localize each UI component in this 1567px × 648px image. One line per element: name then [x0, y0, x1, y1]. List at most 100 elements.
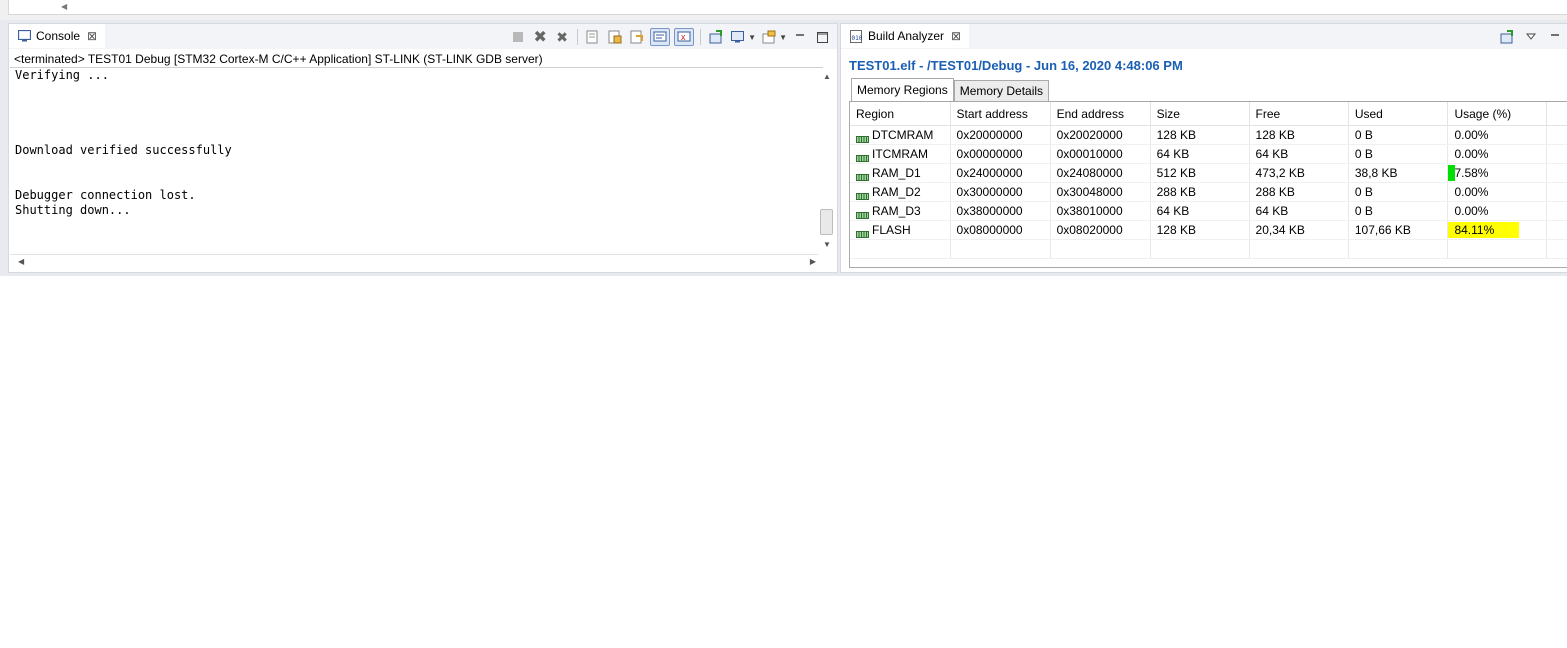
column-header-used[interactable]: Used [1348, 102, 1449, 126]
show-on-stdout-icon[interactable] [650, 28, 671, 46]
minimize-icon[interactable] [1546, 28, 1564, 46]
open-console-icon[interactable] [760, 28, 778, 46]
scroll-right-arrow-icon[interactable]: ▶ [810, 257, 816, 266]
scroll-up-arrow-icon[interactable]: ▲ [823, 72, 831, 81]
region-name: RAM_D1 [872, 166, 921, 180]
tab-memory-details[interactable]: Memory Details [953, 80, 1050, 101]
remove-launch-icon[interactable]: ✖ [531, 28, 549, 46]
table-row-empty [850, 239, 1567, 259]
build-analyzer-tabbar: 010 Build Analyzer ⊠ [841, 24, 1567, 49]
region-name: RAM_D2 [872, 185, 921, 199]
free-cell: 128 KB [1249, 125, 1349, 145]
pin-view-icon[interactable] [1498, 28, 1516, 46]
table-row[interactable]: RAM_D2 0x30000000 0x30048000 288 KB 288 … [850, 182, 1567, 202]
usage-value: 0.00% [1454, 185, 1489, 199]
remove-all-terminated-icon[interactable]: ✖ [553, 28, 571, 46]
scroll-thumb[interactable] [820, 209, 833, 235]
view-menu-icon[interactable] [1522, 28, 1540, 46]
end-address-cell: 0x38010000 [1050, 201, 1151, 221]
usage-cell: 0.00% [1447, 201, 1548, 221]
build-analyzer-toolbar [1498, 27, 1564, 47]
console-vertical-scrollbar[interactable]: ▲ ▼ [819, 68, 835, 254]
start-address-cell: 0x38000000 [950, 201, 1051, 221]
tab-memory-regions[interactable]: Memory Regions [851, 78, 954, 101]
pin-console-icon[interactable] [707, 28, 725, 46]
free-cell: 64 KB [1249, 201, 1349, 221]
usage-cell: 84.11% [1447, 220, 1548, 240]
table-row[interactable]: ITCMRAM 0x00000000 0x00010000 64 KB 64 K… [850, 144, 1567, 164]
used-cell: 0 B [1348, 201, 1449, 221]
word-wrap-icon[interactable] [628, 28, 646, 46]
memory-chip-icon [856, 189, 869, 201]
chevron-down-icon[interactable]: ▼ [748, 33, 756, 42]
column-header-usage[interactable]: Usage (%) [1447, 102, 1548, 126]
show-on-stderr-icon[interactable]: x [674, 28, 695, 46]
close-icon[interactable]: ⊠ [87, 29, 97, 43]
table-row[interactable]: DTCMRAM 0x20000000 0x20020000 128 KB 128… [850, 125, 1567, 145]
memory-chip-icon [856, 170, 869, 182]
usage-cell: 0.00% [1447, 144, 1548, 164]
scroll-left-arrow-icon[interactable]: ◀ [18, 257, 24, 266]
console-line: Verifying ... [15, 68, 109, 82]
console-horizontal-scrollbar[interactable]: ◀ ▶ [10, 254, 818, 270]
minimize-icon[interactable] [791, 28, 809, 46]
free-cell: 20,34 KB [1249, 220, 1349, 240]
size-cell: 128 KB [1150, 125, 1250, 145]
memory-regions-table: Region Start address End address Size Fr… [849, 101, 1567, 268]
scroll-left-arrow-icon[interactable]: ◀ [61, 2, 67, 11]
usage-value: 0.00% [1454, 204, 1489, 218]
console-output[interactable]: Verifying ... Download verified successf… [10, 67, 823, 256]
start-address-cell: 0x08000000 [950, 220, 1051, 240]
scroll-down-arrow-icon[interactable]: ▼ [823, 240, 831, 249]
column-header-region[interactable]: Region [850, 102, 951, 126]
memory-chip-icon [856, 227, 869, 239]
end-address-cell: 0x30048000 [1050, 182, 1151, 202]
start-address-cell: 0x20000000 [950, 125, 1051, 145]
usage-cell: 7.58% [1447, 163, 1548, 183]
column-header-size[interactable]: Size [1150, 102, 1250, 126]
display-selected-console-icon[interactable] [729, 28, 747, 46]
region-cell: ITCMRAM [850, 144, 951, 164]
tab-console[interactable]: Console ⊠ [9, 24, 106, 48]
free-cell: 64 KB [1249, 144, 1349, 164]
console-line: Debugger connection lost. [15, 188, 196, 202]
close-icon[interactable]: ⊠ [951, 29, 961, 43]
tab-build-analyzer[interactable]: 010 Build Analyzer ⊠ [841, 24, 970, 48]
column-header-end-address[interactable]: End address [1050, 102, 1151, 126]
editor-horizontal-scrollbar[interactable]: ◀ [8, 0, 1567, 15]
start-address-cell: 0x24000000 [950, 163, 1051, 183]
start-address-cell: 0x00000000 [950, 144, 1051, 164]
region-cell: DTCMRAM [850, 125, 951, 145]
table-row[interactable]: RAM_D1 0x24000000 0x24080000 512 KB 473,… [850, 163, 1567, 183]
clear-console-icon[interactable] [584, 28, 602, 46]
usage-value: 7.58% [1454, 166, 1489, 180]
free-cell: 288 KB [1249, 182, 1349, 202]
maximize-icon[interactable] [813, 28, 831, 46]
build-analyzer-subtabs: Memory Regions Memory Details [851, 78, 1050, 101]
used-cell: 107,66 KB [1348, 220, 1449, 240]
scroll-lock-icon[interactable] [606, 28, 624, 46]
svg-text:010: 010 [852, 35, 863, 42]
region-name: RAM_D3 [872, 204, 921, 218]
table-row[interactable]: FLASH 0x08000000 0x08020000 128 KB 20,34… [850, 220, 1567, 240]
end-address-cell: 0x24080000 [1050, 163, 1151, 183]
region-name: FLASH [872, 223, 911, 237]
usage-value: 84.11% [1454, 223, 1495, 237]
build-analyzer-view: 010 Build Analyzer ⊠ TEST01.elf - /TEST0… [840, 23, 1567, 273]
start-address-cell: 0x30000000 [950, 182, 1051, 202]
console-tabbar: Console ⊠ ✖ ✖ x ▼ ▼ [9, 24, 837, 49]
end-address-cell: 0x00010000 [1050, 144, 1151, 164]
column-header-free[interactable]: Free [1249, 102, 1349, 126]
table-row[interactable]: RAM_D3 0x38000000 0x38010000 64 KB 64 KB… [850, 201, 1567, 221]
chevron-down-icon[interactable]: ▼ [779, 33, 787, 42]
terminate-icon[interactable] [509, 28, 527, 46]
editor-scroll-area: ◀ [0, 0, 1567, 21]
memory-chip-icon [856, 151, 869, 163]
column-header-start-address[interactable]: Start address [950, 102, 1051, 126]
size-cell: 288 KB [1150, 182, 1250, 202]
